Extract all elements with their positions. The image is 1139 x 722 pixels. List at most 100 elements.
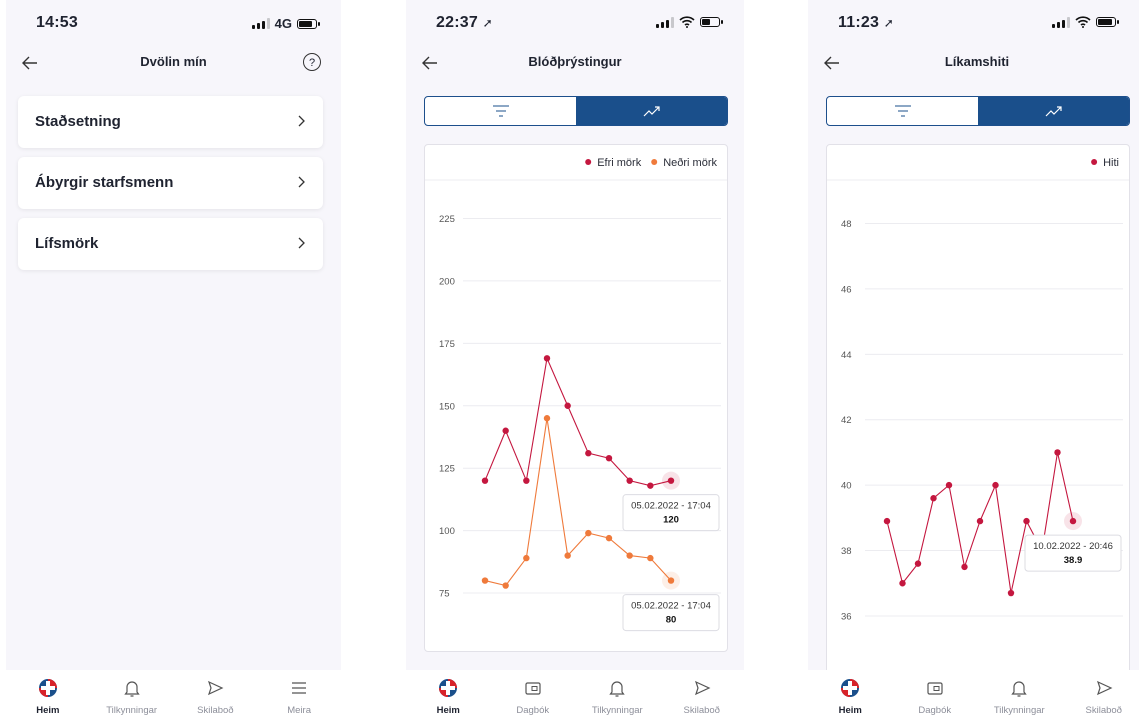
- menu-item-staff[interactable]: Ábyrgir starfsmenn: [18, 157, 323, 209]
- send-icon: [1096, 680, 1113, 696]
- battery-icon: [1096, 17, 1119, 27]
- tab-diary[interactable]: Dagbók: [491, 670, 576, 722]
- tab-label: Dagbók: [918, 705, 952, 716]
- data-point: [585, 529, 592, 537]
- tab-notifications[interactable]: Tilkynningar: [90, 670, 174, 722]
- wifi-icon: [1075, 16, 1091, 28]
- wallet-icon: [927, 682, 943, 695]
- tab-messages[interactable]: Skilaboð: [174, 670, 258, 722]
- y-tick-label: 125: [439, 464, 455, 475]
- legend-label: Neðri mörk: [663, 157, 717, 169]
- status-time: 11:23 ➚: [838, 14, 894, 31]
- tab-home[interactable]: Heim: [808, 670, 893, 722]
- data-point: [1023, 517, 1030, 525]
- logo-icon: [841, 679, 860, 697]
- wallet-icon: [525, 682, 541, 695]
- list-view-button[interactable]: [425, 97, 576, 125]
- tab-messages[interactable]: Skilaboð: [660, 670, 745, 722]
- data-point: [605, 534, 613, 542]
- chart-view-button[interactable]: [978, 97, 1129, 125]
- tab-more[interactable]: Meira: [257, 670, 341, 722]
- menu-item-location[interactable]: Staðsetning: [18, 96, 323, 148]
- status-bar: 14:53 4G: [6, 14, 341, 36]
- page-title: Blóðþrýstingur: [528, 54, 622, 69]
- tab-bar: Heim Dagbók Tilkynningar Skilaboð: [406, 670, 744, 722]
- data-point: [523, 554, 530, 562]
- menu-item-vitals[interactable]: Lífsmörk: [18, 218, 323, 270]
- tab-label: Skilaboð: [197, 705, 234, 716]
- data-point: [976, 517, 984, 525]
- screen-body-temperature: 11:23 ➚ Líkamshiti Hiti 36 38 40 42 44 46 48 10.…: [808, 0, 1139, 722]
- data-point: [914, 560, 922, 567]
- tab-label: Tilkynningar: [106, 705, 158, 716]
- legend-label: Efri mörk: [597, 157, 642, 169]
- tab-diary[interactable]: Dagbók: [893, 670, 978, 722]
- chevron-right-icon: [298, 176, 305, 188]
- data-point: [564, 402, 571, 409]
- chart-view-button[interactable]: [576, 97, 727, 125]
- data-point: [626, 552, 633, 559]
- logo-icon: [439, 679, 458, 697]
- tab-home[interactable]: Heim: [406, 670, 491, 722]
- tab-home[interactable]: Heim: [6, 670, 90, 722]
- y-tick-label: 38: [841, 546, 852, 557]
- tooltip-value: 38.9: [1064, 555, 1083, 566]
- data-point: [647, 554, 654, 562]
- data-point: [992, 481, 999, 489]
- data-point: [502, 427, 509, 434]
- signal-icon: [251, 18, 270, 29]
- tab-label: Skilaboð: [683, 705, 720, 716]
- battery-icon: [700, 17, 723, 27]
- status-bar: 22:37 ➚: [406, 14, 744, 36]
- data-point: [543, 355, 551, 362]
- data-point: [1054, 449, 1061, 456]
- help-icon[interactable]: ?: [303, 53, 321, 71]
- header: Blóðþrýstingur: [406, 48, 744, 78]
- tab-notifications[interactable]: Tilkynningar: [575, 670, 660, 722]
- data-point: [961, 563, 968, 571]
- location-arrow-icon: ➚: [883, 16, 894, 30]
- bell-icon: [609, 681, 625, 697]
- tooltip-value: 120: [663, 515, 679, 526]
- tab-bar: Heim Dagbók Tilkynningar Skilaboð: [808, 670, 1139, 722]
- battery-icon: [297, 18, 320, 29]
- data-point: [481, 477, 489, 484]
- data-point: [564, 552, 571, 559]
- temperature-chart: Hiti 36 38 40 42 44 46 48 10.02.2022 - 20:46 38.9: [826, 144, 1130, 674]
- y-tick-label: 150: [439, 401, 455, 412]
- data-point: [523, 477, 530, 484]
- tab-messages[interactable]: Skilaboð: [1062, 670, 1139, 722]
- trend-chart-icon: [643, 106, 660, 117]
- trend-chart-icon: [1045, 106, 1062, 117]
- tooltip-date: 05.02.2022 - 17:04: [631, 501, 711, 512]
- tab-label: Heim: [436, 705, 460, 716]
- status-bar: 11:23 ➚: [808, 14, 1139, 36]
- legend-label: Hiti: [1103, 157, 1119, 169]
- data-point: [626, 477, 633, 484]
- chart-svg: Hiti 36 38 40 42 44 46 48 10.02.2022 - 20:46 38.9: [827, 157, 1129, 622]
- y-tick-label: 46: [841, 284, 852, 295]
- legend-swatch: [1091, 159, 1098, 165]
- bell-icon: [1011, 681, 1027, 697]
- data-point: [647, 482, 654, 489]
- chart-svg: Neðri mörk Efri mörk 75 100 125 150 175 200 225 0…: [425, 157, 727, 632]
- data-point: [543, 415, 551, 422]
- data-point: [945, 481, 953, 489]
- y-tick-label: 100: [439, 526, 455, 537]
- tab-label: Skilaboð: [1085, 705, 1122, 716]
- tab-notifications[interactable]: Tilkynningar: [977, 670, 1062, 722]
- tooltip-date: 05.02.2022 - 17:04: [631, 601, 711, 612]
- y-tick-label: 175: [439, 339, 455, 350]
- list-view-button[interactable]: [827, 97, 978, 125]
- y-tick-label: 48: [841, 219, 852, 230]
- data-point: [605, 455, 613, 462]
- status-time: 14:53: [36, 14, 78, 31]
- logo-icon: [38, 679, 57, 697]
- header: Líkamshiti: [808, 48, 1139, 78]
- network-label: 4G: [274, 16, 292, 31]
- tooltip-value: 80: [666, 615, 677, 626]
- data-point: [502, 582, 509, 589]
- view-toggle: [826, 96, 1130, 126]
- tab-label: Heim: [36, 705, 60, 716]
- bell-icon: [123, 681, 140, 697]
